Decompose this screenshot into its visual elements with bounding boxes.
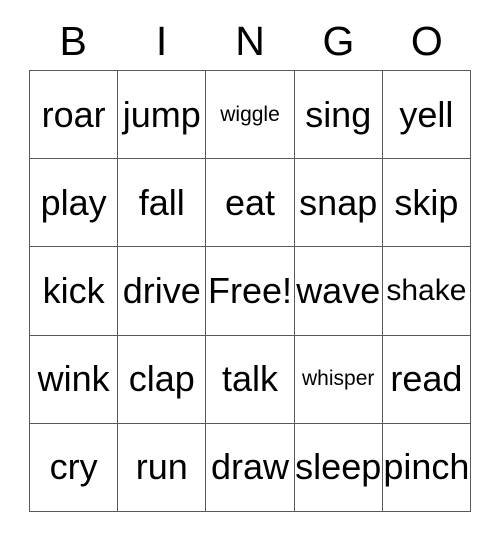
bingo-cell[interactable]: sing: [294, 71, 383, 160]
bingo-cell[interactable]: yell: [382, 71, 472, 160]
bingo-cell[interactable]: draw: [206, 423, 295, 512]
bingo-cell[interactable]: kick: [30, 247, 119, 336]
bingo-cell[interactable]: whisper: [294, 335, 383, 424]
bingo-cell[interactable]: fall: [118, 159, 207, 248]
bingo-card: B I N G O roar jump wiggle sing yell pla…: [29, 12, 472, 512]
bingo-cell[interactable]: wink: [30, 335, 119, 424]
header-letter-b: B: [59, 17, 87, 64]
bingo-cell-label: fall: [138, 181, 185, 223]
bingo-row: kick drive Free! wave shake: [30, 247, 472, 336]
bingo-cell[interactable]: cry: [30, 423, 119, 512]
bingo-cell-free[interactable]: Free!: [206, 247, 295, 336]
bingo-cell-label: eat: [224, 181, 276, 223]
bingo-cell-label: jump: [122, 93, 201, 135]
bingo-cell[interactable]: read: [382, 335, 472, 424]
bingo-cell-label: Free!: [207, 270, 293, 312]
bingo-cell-label: roar: [41, 93, 106, 135]
bingo-cell[interactable]: shake: [382, 247, 472, 336]
bingo-row: wink clap talk whisper read: [30, 335, 472, 424]
bingo-cell-label: snap: [299, 181, 378, 223]
bingo-cell[interactable]: drive: [118, 247, 207, 336]
bingo-cell-label: wink: [37, 358, 110, 400]
bingo-row: cry run draw sleep pinch: [30, 423, 472, 512]
bingo-cell[interactable]: sleep: [294, 423, 383, 512]
bingo-cell-label: cry: [49, 446, 98, 488]
bingo-cell-label: sing: [305, 93, 372, 135]
bingo-cell-label: whisper: [302, 367, 375, 391]
bingo-cell[interactable]: skip: [382, 159, 472, 248]
header-letter-g: G: [322, 17, 355, 64]
bingo-cell-label: read: [390, 358, 463, 400]
bingo-cell[interactable]: roar: [30, 71, 119, 160]
header-letter-n: N: [235, 17, 265, 64]
bingo-cell-label: pinch: [383, 446, 470, 488]
bingo-cell-label: yell: [399, 93, 454, 135]
bingo-cell-label: run: [135, 446, 188, 488]
bingo-cell-label: drive: [122, 270, 201, 312]
bingo-cell-label: draw: [210, 446, 290, 488]
bingo-cell-label: clap: [128, 358, 195, 400]
bingo-cell-label: sleep: [295, 446, 382, 488]
bingo-cell[interactable]: eat: [206, 159, 295, 248]
bingo-cell-label: wave: [296, 270, 381, 312]
bingo-cell-label: shake: [386, 274, 467, 308]
bingo-cell[interactable]: run: [118, 423, 207, 512]
bingo-cell[interactable]: talk: [206, 335, 295, 424]
bingo-row: roar jump wiggle sing yell: [30, 71, 472, 160]
bingo-cell[interactable]: clap: [118, 335, 207, 424]
bingo-header: B I N G O: [29, 12, 471, 70]
bingo-cell-label: kick: [42, 270, 105, 312]
bingo-cell[interactable]: play: [30, 159, 119, 248]
bingo-row: play fall eat snap skip: [30, 159, 472, 248]
bingo-cell-label: talk: [221, 358, 279, 400]
bingo-cell-label: wiggle: [220, 102, 280, 126]
bingo-cell[interactable]: pinch: [382, 423, 472, 512]
bingo-cell-label: skip: [394, 181, 459, 223]
bingo-cell[interactable]: jump: [118, 71, 207, 160]
bingo-grid: roar jump wiggle sing yell play fall eat…: [29, 70, 472, 512]
bingo-cell[interactable]: wiggle: [206, 71, 295, 160]
header-letter-o: O: [410, 17, 443, 64]
bingo-cell[interactable]: snap: [294, 159, 383, 248]
bingo-cell-label: play: [40, 181, 107, 223]
header-letter-i: I: [155, 17, 168, 64]
bingo-cell[interactable]: wave: [294, 247, 383, 336]
